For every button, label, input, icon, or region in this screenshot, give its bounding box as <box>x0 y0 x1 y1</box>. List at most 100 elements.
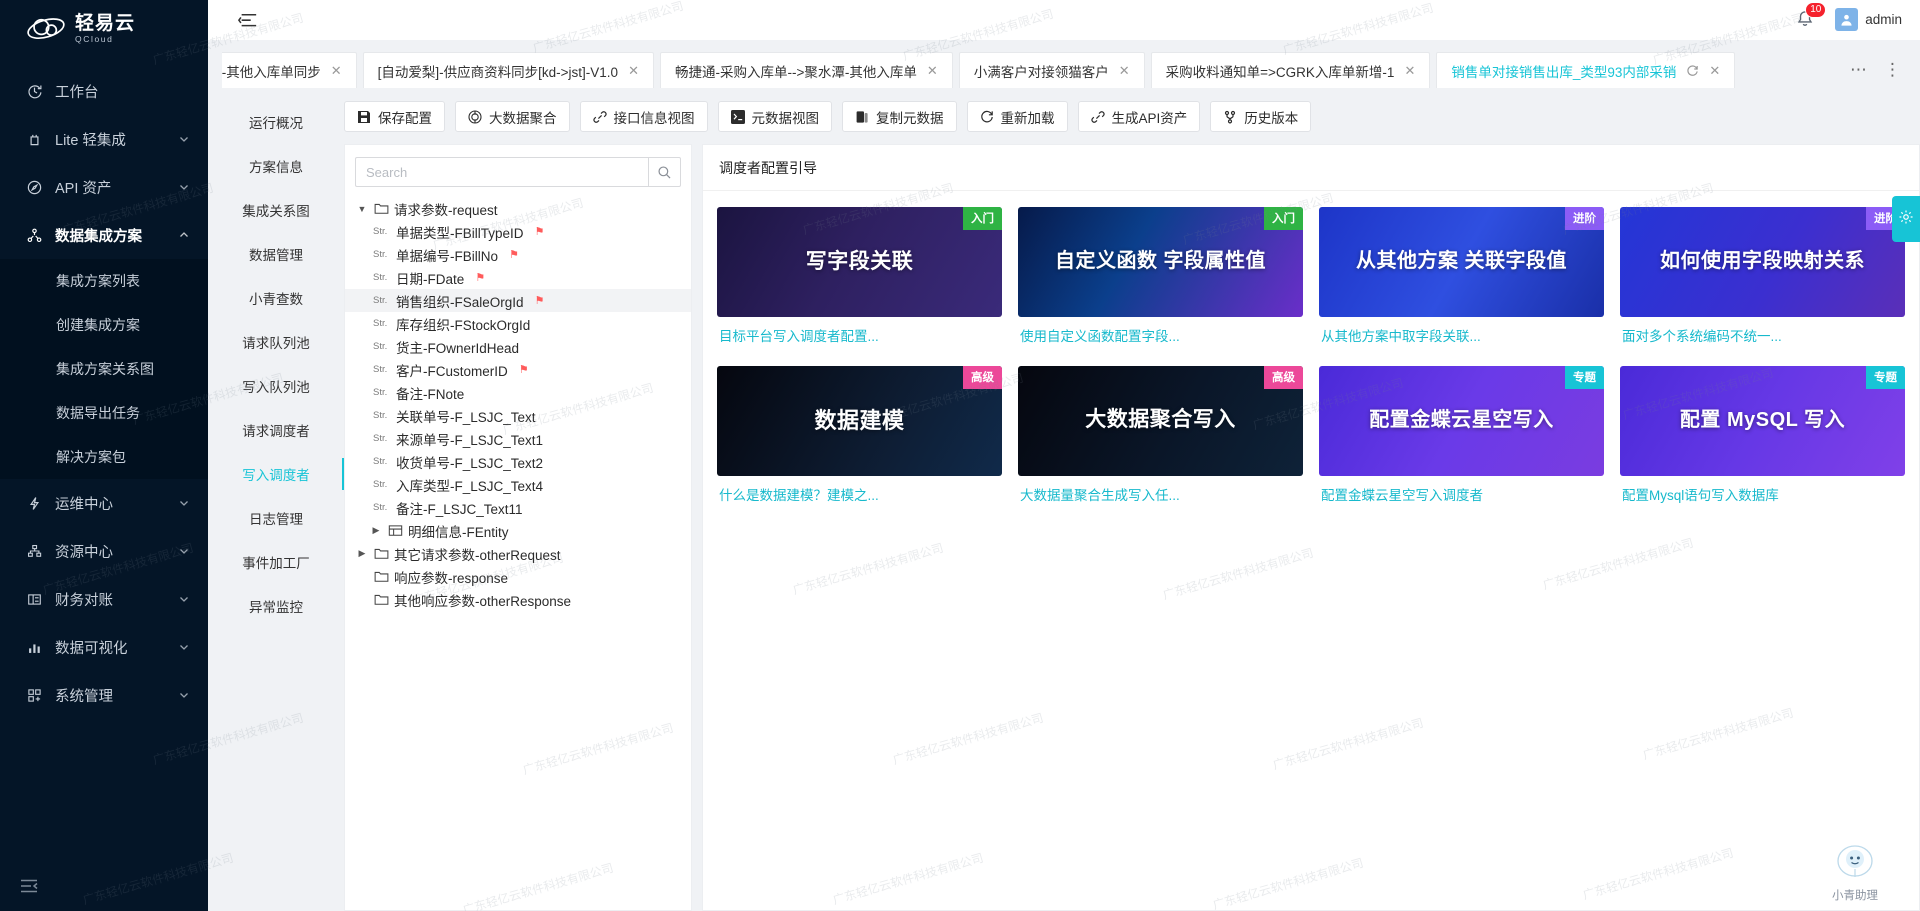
close-icon[interactable]: ✕ <box>628 63 639 79</box>
tree-node-field[interactable]: Str. 单据类型-FBillTypeID ⚑ <box>345 220 691 243</box>
guide-card[interactable]: 从其他方案 关联字段值 进阶 从其他方案中取字段关联... <box>1319 207 1604 352</box>
close-icon[interactable]: ✕ <box>1119 63 1130 79</box>
save-config-button[interactable]: 保存配置 <box>344 101 445 132</box>
sidebar-subitem-scheme-list[interactable]: 集成方案列表 <box>0 259 208 303</box>
section-menu-item-scheme-info[interactable]: 方案信息 <box>208 144 344 188</box>
section-menu-item-relation-graph[interactable]: 集成关系图 <box>208 188 344 232</box>
generate-api-asset-button[interactable]: 生成API资产 <box>1077 101 1201 132</box>
folder-icon <box>374 202 389 215</box>
sidebar-item-api[interactable]: API 资产 <box>0 163 208 211</box>
tree-node-field[interactable]: Str. 客户-FCustomerID ⚑ <box>345 358 691 381</box>
red-flag-icon: ⚑ <box>534 226 545 238</box>
tab-item[interactable]: [自动爱梨]-供应商资料同步[kd->jst]-V1.0 ✕ <box>362 52 654 88</box>
assistant-widget[interactable]: 小青助理 <box>1812 837 1898 903</box>
chevron-right-icon[interactable]: ▶ <box>355 547 369 561</box>
guide-card[interactable]: 自定义函数 字段属性值 入门 使用自定义函数配置字段... <box>1018 207 1303 352</box>
section-menu-item-log[interactable]: 日志管理 <box>208 496 344 540</box>
sidebar-item-finance[interactable]: 财务对账 <box>0 575 208 623</box>
tab-label: 销售单对接销售出库_类型93内部采销 <box>1451 64 1677 80</box>
section-menu-item-write-scheduler[interactable]: 写入调度者 <box>208 452 344 496</box>
guide-card[interactable]: 大数据聚合写入 高级 大数据量聚合生成写入任... <box>1018 365 1303 511</box>
sidebar-subitem-export-task[interactable]: 数据导出任务 <box>0 391 208 435</box>
sidebar-item-data-integration[interactable]: 数据集成方案 <box>0 211 208 259</box>
tree-node-folder[interactable]: ▶ 其它请求参数-otherRequest <box>345 542 691 565</box>
section-menu-item-exception-monitor[interactable]: 异常监控 <box>208 584 344 628</box>
chevron-down-icon[interactable]: ▼ <box>355 202 369 216</box>
search-icon[interactable] <box>648 157 681 187</box>
reload-button[interactable]: 重新加载 <box>966 101 1068 132</box>
notifications-button[interactable]: 10 <box>1795 1 1827 31</box>
tree-node-field[interactable]: Str. 备注-FNote <box>345 381 691 404</box>
section-menu-item-request-scheduler[interactable]: 请求调度者 <box>208 408 344 452</box>
section-menu-item-write-queue[interactable]: 写入队列池 <box>208 364 344 408</box>
tree-node-field[interactable]: Str. 入库类型-F_LSJC_Text4 <box>345 473 691 496</box>
close-icon[interactable]: ✕ <box>1404 63 1415 79</box>
toolbar-label: 历史版本 <box>1244 110 1299 126</box>
metadata-view-button[interactable]: 元数据视图 <box>717 101 832 132</box>
panes: ▼ 请求参数-request Str. 单据类型-FBillTypeID ⚑ <box>344 144 1920 911</box>
close-icon[interactable]: ✕ <box>331 63 342 79</box>
section-menu-item-event-factory[interactable]: 事件加工厂 <box>208 540 344 584</box>
guide-card[interactable]: 写字段关联 入门 目标平台写入调度者配置... <box>717 207 1002 352</box>
tree-node-field[interactable]: Str. 来源单号-F_LSJC_Text1 <box>345 427 691 450</box>
close-icon[interactable]: ✕ <box>927 63 938 79</box>
sidebar-item-ops-center[interactable]: 运维中心 <box>0 479 208 527</box>
section-menu-label: 请求队列池 <box>242 336 310 351</box>
tree-node-field[interactable]: Str. 备注-F_LSJC_Text11 <box>345 496 691 519</box>
sidebar-item-workbench[interactable]: 工作台 <box>0 67 208 115</box>
menu-collapse-icon[interactable] <box>237 12 258 28</box>
tab-item[interactable]: 小满客户对接领猫客户 ✕ <box>958 52 1145 88</box>
tab-item[interactable]: 采购收料通知单=>CGRK入库单新增-1 ✕ <box>1150 52 1431 88</box>
guide-card[interactable]: 配置金蝶云星空写入 专题 配置金蝶云星空写入调度者 <box>1319 365 1604 511</box>
copy-metadata-button[interactable]: 复制元数据 <box>842 101 957 132</box>
sidebar-item-resource-center[interactable]: 资源中心 <box>0 527 208 575</box>
guide-card[interactable]: 配置 MySQL 写入 专题 配置Mysql语句写入数据库 <box>1620 365 1905 511</box>
red-flag-icon: ⚑ <box>509 249 519 261</box>
tree-node-field[interactable]: Str. 货主-FOwnerIdHead <box>345 335 691 358</box>
card-thumbnail: 如何使用字段映射关系 进阶 <box>1620 207 1905 317</box>
section-menu-item-request-queue[interactable]: 请求队列池 <box>208 320 344 364</box>
branch-icon <box>1223 110 1237 124</box>
tree-node-folder[interactable]: ▶ 响应参数-response <box>345 565 691 588</box>
search-input[interactable] <box>355 157 648 187</box>
sidebar-subitem-solution-package[interactable]: 解决方案包 <box>0 435 208 479</box>
sidebar-subitem-scheme-graph[interactable]: 集成方案关系图 <box>0 347 208 391</box>
tree-node-table[interactable]: ▶ 明细信息-FEntity <box>345 519 691 542</box>
section-menu-item-query[interactable]: 小青查数 <box>208 276 344 320</box>
sidebar-collapse-icon[interactable] <box>18 875 40 897</box>
tab-item[interactable]: 爱梨]-其他入库单同步 ✕ <box>222 52 357 88</box>
close-icon[interactable]: ✕ <box>1709 63 1720 79</box>
tree-node-label: 客户-FCustomerID <box>396 363 508 379</box>
sidebar-item-visualization[interactable]: 数据可视化 <box>0 623 208 671</box>
tree-node-field[interactable]: Str. 日期-FDate ⚑ <box>345 266 691 289</box>
more-horizontal-icon[interactable]: ⋯ <box>1850 60 1868 80</box>
reload-icon[interactable] <box>1686 63 1699 78</box>
tree-node-field[interactable]: Str. 收货单号-F_LSJC_Text2 <box>345 450 691 473</box>
tree-node-field[interactable]: Str. 单据编号-FBillNo ⚑ <box>345 243 691 266</box>
history-version-button[interactable]: 历史版本 <box>1210 101 1312 132</box>
guide-card[interactable]: 如何使用字段映射关系 进阶 面对多个系统编码不统一... <box>1620 207 1905 352</box>
bigdata-aggregate-button[interactable]: 大数据聚合 <box>455 101 570 132</box>
brand-logo[interactable]: 轻易云 QCloud <box>0 0 208 57</box>
tree-node-folder[interactable]: ▼ 请求参数-request <box>345 197 691 220</box>
section-menu-item-overview[interactable]: 运行概况 <box>208 100 344 144</box>
guide-card[interactable]: 数据建模 高级 什么是数据建模？建模之... <box>717 365 1002 511</box>
chevron-right-icon[interactable]: ▶ <box>369 524 383 538</box>
sidebar-subitem-create-scheme[interactable]: 创建集成方案 <box>0 303 208 347</box>
interface-info-view-button[interactable]: 接口信息视图 <box>579 101 708 132</box>
more-vertical-icon[interactable]: ⋮ <box>1884 60 1902 80</box>
section-menu-label: 运行概况 <box>249 116 303 131</box>
tab-item-active[interactable]: 销售单对接销售出库_类型93内部采销 ✕ <box>1436 52 1736 88</box>
sidebar-item-system[interactable]: 系统管理 <box>0 671 208 719</box>
tree-node-field-selected[interactable]: Str. 销售组织-FSaleOrgId ⚑ <box>345 289 691 312</box>
tree-node-folder[interactable]: ▶ 其他响应参数-otherResponse <box>345 588 691 611</box>
user-menu[interactable]: admin <box>1835 8 1902 31</box>
settings-drawer-handle[interactable] <box>1892 196 1920 242</box>
sidebar-item-lite[interactable]: Lite 轻集成 <box>0 115 208 163</box>
tree-node-label: 货主-FOwnerIdHead <box>396 340 520 356</box>
tree-node-field[interactable]: Str. 库存组织-FStockOrgId <box>345 312 691 335</box>
tab-item[interactable]: 畅捷通-采购入库单-->聚水潭-其他入库单 ✕ <box>659 52 953 88</box>
tree-node-field[interactable]: Str. 关联单号-F_LSJC_Text <box>345 404 691 427</box>
field-tree[interactable]: ▼ 请求参数-request Str. 单据类型-FBillTypeID ⚑ S… <box>345 195 691 910</box>
section-menu-item-data-manage[interactable]: 数据管理 <box>208 232 344 276</box>
